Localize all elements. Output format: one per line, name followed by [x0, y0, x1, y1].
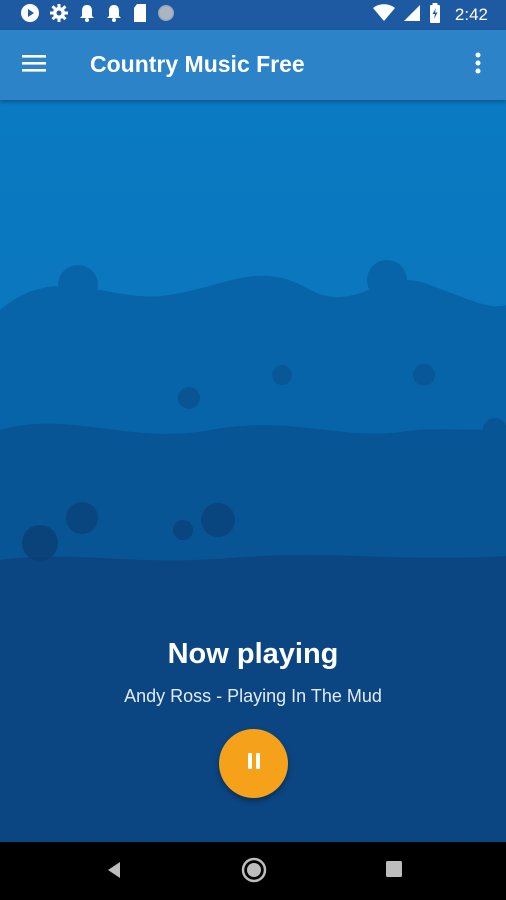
menu-button[interactable]	[16, 47, 52, 83]
pause-button[interactable]	[219, 729, 288, 798]
app-bar: Country Music Free	[0, 30, 506, 100]
notification-bell-icon	[105, 3, 123, 28]
wifi-icon	[372, 3, 395, 27]
home-button[interactable]	[240, 857, 268, 888]
status-icons-right: 2:42	[372, 2, 488, 28]
sd-card-icon	[132, 3, 148, 28]
back-triangle-icon	[105, 860, 123, 885]
clock: 2:42	[454, 5, 488, 24]
settings-gear-icon	[49, 3, 69, 28]
now-playing-heading: Now playing	[167, 638, 339, 670]
player-screen: Now playing Andy Ross - Playing In The M…	[0, 100, 506, 842]
hamburger-menu-icon	[22, 53, 46, 78]
play-circle-icon	[20, 3, 40, 28]
overflow-menu-button[interactable]	[462, 47, 494, 83]
system-navigation-bar	[0, 842, 506, 900]
app-title: Country Music Free	[90, 51, 305, 77]
recents-button[interactable]	[382, 859, 406, 883]
back-button[interactable]	[100, 859, 128, 885]
track-title: Andy Ross - Playing In The Mud	[124, 686, 382, 706]
pause-icon	[246, 752, 262, 775]
home-circle-icon	[241, 857, 267, 888]
battery-icon	[429, 2, 441, 28]
status-icons-left	[20, 3, 175, 28]
recents-square-icon	[385, 860, 403, 883]
record-dot-icon	[157, 4, 175, 27]
status-bar: 2:42	[0, 0, 506, 30]
notification-bell-icon	[78, 3, 96, 28]
more-vertical-icon	[475, 52, 481, 79]
cell-signal-icon	[403, 4, 421, 27]
